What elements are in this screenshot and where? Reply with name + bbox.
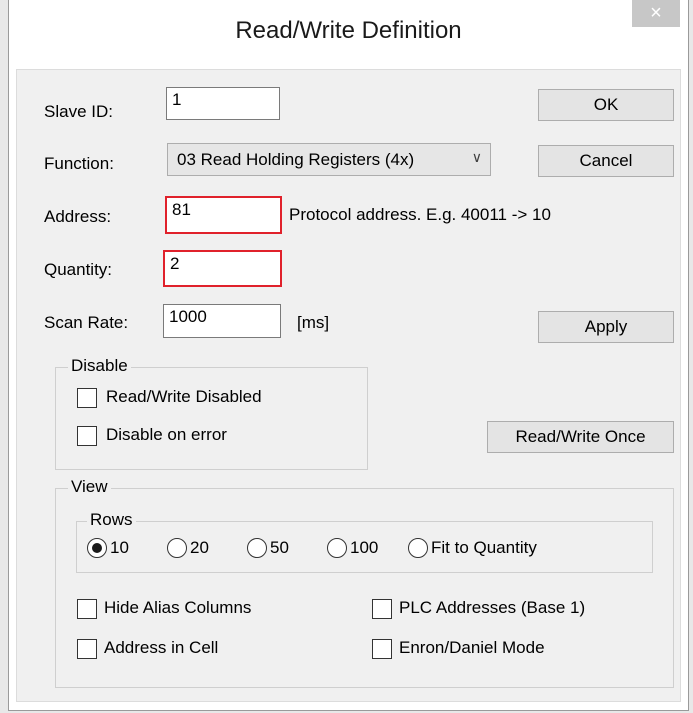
rows-radio-100[interactable] <box>327 538 347 558</box>
rows-radio-10[interactable] <box>87 538 107 558</box>
rows-group-title: Rows <box>87 510 136 530</box>
view-group-title: View <box>68 477 111 497</box>
rows-option-50-label[interactable]: 50 <box>270 538 289 558</box>
hide-alias-columns-checkbox[interactable] <box>77 599 97 619</box>
address-hint: Protocol address. E.g. 40011 -> 10 <box>289 205 551 224</box>
read-write-disabled-checkbox[interactable] <box>77 388 97 408</box>
apply-button[interactable]: Apply <box>538 311 674 343</box>
scan-rate-label: Scan Rate: <box>44 313 129 332</box>
rows-group: Rows 10 20 50 100 Fit to Quantity <box>76 510 653 573</box>
hide-alias-columns-label[interactable]: Hide Alias Columns <box>104 598 251 618</box>
disable-group: Disable Read/Write Disabled Disable on e… <box>55 356 368 470</box>
slave-id-input[interactable]: 1 <box>166 87 280 120</box>
chevron-down-icon: ∨ <box>471 149 482 165</box>
rows-option-20-label[interactable]: 20 <box>190 538 209 558</box>
function-dropdown[interactable]: 03 Read Holding Registers (4x) ∨ <box>167 143 491 176</box>
function-selected-value: 03 Read Holding Registers (4x) <box>177 150 415 169</box>
rows-radio-50[interactable] <box>247 538 267 558</box>
dialog-title: Read/Write Definition <box>235 17 462 44</box>
function-label: Function: <box>44 154 114 173</box>
enron-daniel-mode-checkbox[interactable] <box>372 639 392 659</box>
rows-option-100-label[interactable]: 100 <box>350 538 378 558</box>
dialog-body: Slave ID: 1 OK Function: 03 Read Holding… <box>16 69 681 702</box>
rows-radio-20[interactable] <box>167 538 187 558</box>
close-icon: × <box>650 2 662 24</box>
rows-radio-fit-to-quantity[interactable] <box>408 538 428 558</box>
quantity-label: Quantity: <box>44 260 113 279</box>
ok-button[interactable]: OK <box>538 89 674 121</box>
address-input[interactable]: 81 <box>165 196 282 234</box>
cancel-button[interactable]: Cancel <box>538 145 674 177</box>
view-group: View Rows 10 20 50 100 Fit to Quantity H… <box>55 477 674 688</box>
read-write-once-button[interactable]: Read/Write Once <box>487 421 674 453</box>
title-bar[interactable]: Read/Write Definition × <box>9 0 688 69</box>
disable-on-error-label[interactable]: Disable on error <box>106 425 227 445</box>
scan-rate-input[interactable]: 1000 <box>163 304 281 338</box>
close-button[interactable]: × <box>632 0 680 27</box>
rows-option-fit-label[interactable]: Fit to Quantity <box>431 538 537 558</box>
dialog-window: Read/Write Definition × Slave ID: 1 OK F… <box>8 0 689 711</box>
enron-daniel-mode-label[interactable]: Enron/Daniel Mode <box>399 638 545 658</box>
address-in-cell-checkbox[interactable] <box>77 639 97 659</box>
disable-group-title: Disable <box>68 356 131 376</box>
plc-addresses-checkbox[interactable] <box>372 599 392 619</box>
rows-option-10-label[interactable]: 10 <box>110 538 129 558</box>
address-label: Address: <box>44 207 112 226</box>
plc-addresses-label[interactable]: PLC Addresses (Base 1) <box>399 598 585 618</box>
slave-id-label: Slave ID: <box>44 102 113 121</box>
disable-on-error-checkbox[interactable] <box>77 426 97 446</box>
scan-rate-unit: [ms] <box>297 313 330 332</box>
read-write-disabled-label[interactable]: Read/Write Disabled <box>106 387 262 407</box>
address-in-cell-label[interactable]: Address in Cell <box>104 638 218 658</box>
quantity-input[interactable]: 2 <box>163 250 282 287</box>
